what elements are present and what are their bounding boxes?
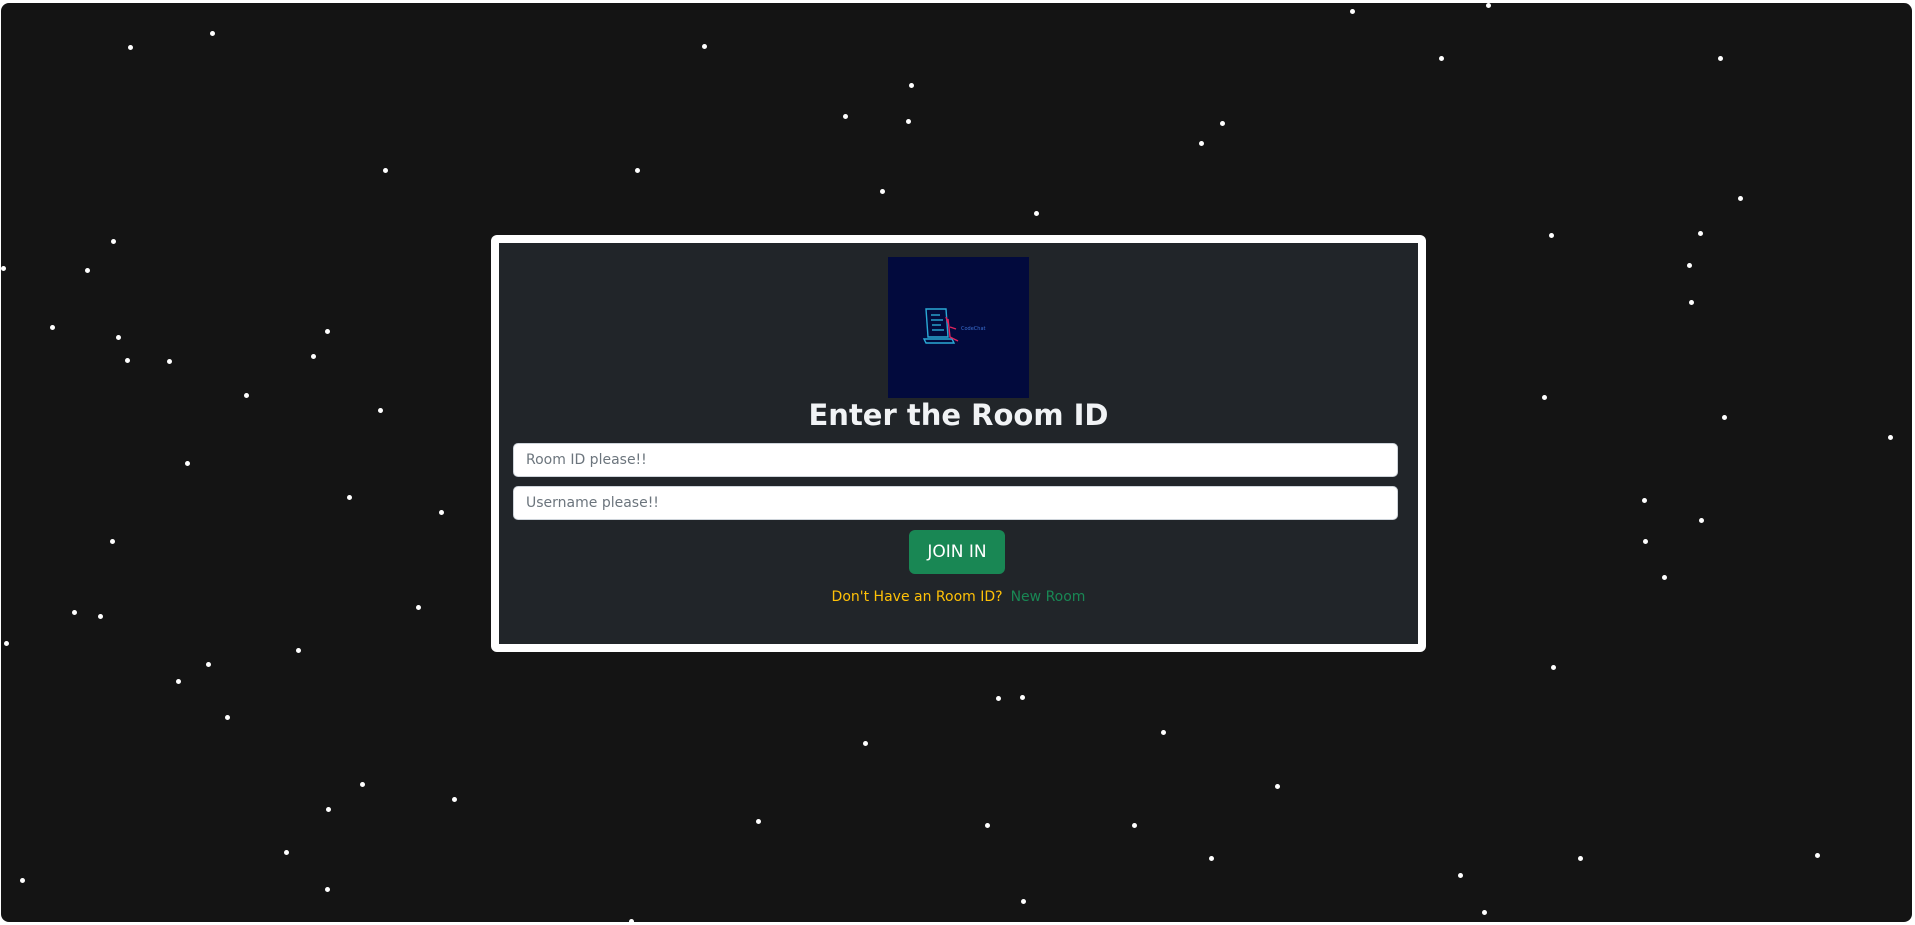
star-dot: [98, 614, 103, 619]
new-room-link[interactable]: New Room: [1011, 589, 1086, 605]
star-dot: [311, 354, 316, 359]
star-dot: [225, 715, 230, 720]
star-dot: [167, 359, 172, 364]
star-dot: [1722, 415, 1727, 420]
star-dot: [50, 325, 55, 330]
star-dot: [843, 114, 848, 119]
star-dot: [1, 266, 6, 271]
star-dot: [1482, 910, 1487, 915]
star-dot: [325, 329, 330, 334]
star-dot: [72, 610, 77, 615]
star-dot: [1815, 853, 1820, 858]
star-dot: [1718, 56, 1723, 61]
star-dot: [1034, 211, 1039, 216]
no-room-question: Don't Have an Room ID?: [831, 589, 1003, 605]
star-dot: [210, 31, 215, 36]
star-dot: [1738, 196, 1743, 201]
star-dot: [1350, 9, 1355, 14]
star-dot: [1643, 539, 1648, 544]
star-dot: [1662, 575, 1667, 580]
page-title: Enter the Room ID: [808, 398, 1109, 432]
star-dot: [1549, 233, 1554, 238]
laptop-code-icon: CodeChat: [888, 257, 1029, 398]
star-dot: [326, 807, 331, 812]
star-dot: [185, 461, 190, 466]
star-dot: [383, 168, 388, 173]
star-dot: [985, 823, 990, 828]
star-dot: [1642, 498, 1647, 503]
star-dot: [4, 641, 9, 646]
star-dot: [452, 797, 457, 802]
app-logo: CodeChat: [888, 257, 1029, 398]
star-dot: [1439, 56, 1444, 61]
star-dot: [1542, 395, 1547, 400]
star-dot: [880, 189, 885, 194]
star-dot: [111, 239, 116, 244]
star-dot: [128, 45, 133, 50]
star-dot: [206, 662, 211, 667]
star-dot: [1458, 873, 1463, 878]
join-button[interactable]: JOIN IN: [909, 530, 1005, 574]
star-dot: [863, 741, 868, 746]
star-dot: [1486, 3, 1491, 8]
star-dot: [906, 119, 911, 124]
star-dot: [176, 679, 181, 684]
star-dot: [284, 850, 289, 855]
star-dot: [1275, 784, 1280, 789]
star-dot: [629, 919, 634, 922]
room-id-input[interactable]: [513, 443, 1398, 477]
star-dot: [1161, 730, 1166, 735]
star-dot: [347, 495, 352, 500]
star-dot: [1888, 435, 1893, 440]
star-dot: [244, 393, 249, 398]
star-dot: [1687, 263, 1692, 268]
new-room-prompt: Don't Have an Room ID? New Room: [499, 587, 1418, 607]
star-dot: [1699, 518, 1704, 523]
username-input[interactable]: [513, 486, 1398, 520]
join-card-border: CodeChat Enter the Room ID JOIN IN Don't…: [491, 235, 1426, 652]
star-dot: [360, 782, 365, 787]
join-card: CodeChat Enter the Room ID JOIN IN Don't…: [499, 243, 1418, 644]
star-dot: [125, 358, 130, 363]
star-dot: [416, 605, 421, 610]
star-dot: [378, 408, 383, 413]
svg-text:CodeChat: CodeChat: [961, 326, 986, 332]
star-dot: [1220, 121, 1225, 126]
star-dot: [756, 819, 761, 824]
star-dot: [325, 887, 330, 892]
star-dot: [1021, 899, 1026, 904]
star-dot: [702, 44, 707, 49]
star-dot: [439, 510, 444, 515]
star-dot: [1698, 231, 1703, 236]
star-dot: [110, 539, 115, 544]
star-dot: [1132, 823, 1137, 828]
star-dot: [296, 648, 301, 653]
star-dot: [20, 878, 25, 883]
star-dot: [1199, 141, 1204, 146]
star-dot: [1551, 665, 1556, 670]
star-dot: [1578, 856, 1583, 861]
star-dot: [635, 168, 640, 173]
star-dot: [1689, 300, 1694, 305]
star-dot: [996, 696, 1001, 701]
star-dot: [1209, 856, 1214, 861]
star-dot: [909, 83, 914, 88]
app-background: CodeChat Enter the Room ID JOIN IN Don't…: [1, 3, 1912, 922]
star-dot: [1020, 695, 1025, 700]
star-dot: [116, 335, 121, 340]
star-dot: [85, 268, 90, 273]
